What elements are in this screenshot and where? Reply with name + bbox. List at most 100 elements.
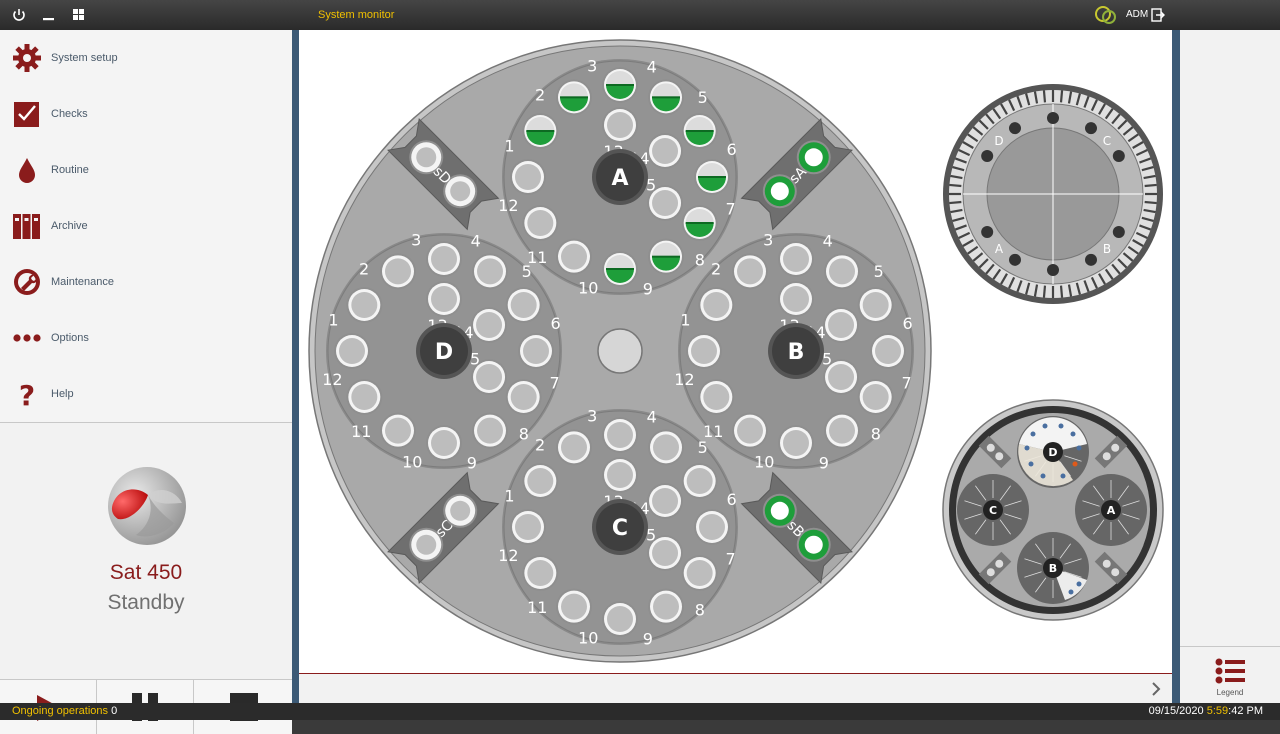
sidebar-item-system-setup[interactable]: System setup <box>0 30 292 87</box>
tube-empty[interactable] <box>778 281 814 317</box>
tube-empty[interactable] <box>824 253 860 290</box>
tube-filled[interactable] <box>602 251 638 287</box>
mini-dot <box>1068 589 1074 595</box>
position-label: 7 <box>725 550 735 569</box>
position-label: 7 <box>901 374 911 393</box>
tube-empty[interactable] <box>681 555 718 591</box>
ring-bolt <box>981 226 994 238</box>
tube-filled[interactable] <box>681 205 718 241</box>
sidebar-item-label: Routine <box>51 164 89 176</box>
date-text: 09/15/2020 <box>1148 705 1207 717</box>
tube-empty[interactable] <box>778 241 814 277</box>
tube-hole <box>385 258 411 285</box>
tube-empty[interactable] <box>518 333 554 369</box>
ring-bolt <box>981 150 994 162</box>
tube-empty[interactable] <box>472 412 508 449</box>
tube-empty[interactable] <box>602 417 638 453</box>
tube-empty[interactable] <box>870 333 906 369</box>
tube-empty[interactable] <box>556 588 592 625</box>
tube-filled[interactable] <box>556 79 592 116</box>
tube-empty[interactable] <box>857 287 894 323</box>
tube-hole <box>652 488 679 514</box>
position-label: 5 <box>522 262 532 281</box>
tube-empty[interactable] <box>778 425 814 461</box>
sidebar-item-checks[interactable]: Checks <box>0 86 292 143</box>
tube-empty[interactable] <box>380 412 416 449</box>
tube-empty[interactable] <box>648 429 684 466</box>
tube-filled[interactable] <box>694 159 730 195</box>
windows-icon[interactable] <box>70 6 88 24</box>
tube-filled[interactable] <box>648 79 684 116</box>
tube-hole <box>431 430 457 456</box>
tube-empty[interactable] <box>472 253 508 290</box>
tube-empty[interactable] <box>602 601 638 637</box>
sidebar-item-maintenance[interactable]: Maintenance <box>0 254 292 311</box>
mini-rack-c[interactable]: C <box>957 474 1029 546</box>
bottom-scroll-bar[interactable] <box>299 673 1172 704</box>
legend-button[interactable]: Legend <box>1180 646 1280 704</box>
carousel-center-hub <box>597 328 643 374</box>
tube-empty[interactable] <box>510 159 546 195</box>
tube-empty[interactable] <box>522 205 559 241</box>
mini-rack-d[interactable]: D <box>1017 416 1089 488</box>
sidebar-item-routine[interactable]: Routine <box>0 142 292 199</box>
tube-filled[interactable] <box>522 113 559 149</box>
tube-hole <box>431 246 457 272</box>
ring-bolt <box>1085 253 1097 266</box>
chevron-right-icon[interactable] <box>1147 680 1165 698</box>
position-label: 12 <box>498 546 518 565</box>
tube-hole <box>653 593 679 620</box>
tube-empty[interactable] <box>824 412 860 449</box>
dots-icon <box>13 334 41 342</box>
tube-empty[interactable] <box>426 281 462 317</box>
tube-empty[interactable] <box>505 287 542 323</box>
sidebar-item-archive[interactable]: Archive <box>0 198 292 255</box>
tube-filled[interactable] <box>602 67 638 103</box>
minimize-icon[interactable] <box>40 6 58 24</box>
tube-empty[interactable] <box>698 287 735 323</box>
tube-empty[interactable] <box>647 483 684 519</box>
tube-empty[interactable] <box>505 379 542 415</box>
tube-empty[interactable] <box>510 509 546 545</box>
tube-empty[interactable] <box>346 287 383 323</box>
tube-empty[interactable] <box>334 333 370 369</box>
tube-empty[interactable] <box>823 307 860 343</box>
mini-rack-label: B <box>1049 562 1057 575</box>
logout-icon[interactable] <box>1151 8 1165 22</box>
tube-empty[interactable] <box>522 463 559 499</box>
tube-hole <box>783 246 809 272</box>
tube-empty[interactable] <box>681 463 718 499</box>
tube-empty[interactable] <box>602 457 638 493</box>
sidebar-item-options[interactable]: Options <box>0 310 292 367</box>
tube-filled[interactable] <box>681 113 718 149</box>
tube-empty[interactable] <box>647 133 684 169</box>
position-label: 8 <box>871 425 881 444</box>
connection-status-icon[interactable] <box>1094 4 1118 26</box>
ongoing-operations[interactable]: Ongoing operations 0 <box>12 705 117 717</box>
tube-empty[interactable] <box>732 253 768 290</box>
tube-empty[interactable] <box>380 253 416 290</box>
tube-hole <box>829 417 855 444</box>
tube-hole <box>653 434 679 461</box>
tube-hole <box>686 468 713 494</box>
tube-empty[interactable] <box>346 379 383 415</box>
tube-empty[interactable] <box>522 555 559 591</box>
tube-hole <box>783 286 809 312</box>
tube-empty[interactable] <box>857 379 894 415</box>
tube-empty[interactable] <box>426 241 462 277</box>
tube-filled[interactable] <box>648 238 684 275</box>
mini-rack-a[interactable]: A <box>1075 474 1147 546</box>
tube-empty[interactable] <box>698 379 735 415</box>
mini-rack-b[interactable]: B <box>1017 532 1089 604</box>
tube-empty[interactable] <box>648 588 684 625</box>
tube-empty[interactable] <box>602 107 638 143</box>
tube-empty[interactable] <box>556 429 592 466</box>
tube-empty[interactable] <box>732 412 768 449</box>
tube-empty[interactable] <box>556 238 592 275</box>
tube-empty[interactable] <box>694 509 730 545</box>
tube-empty[interactable] <box>686 333 722 369</box>
sidebar-item-help[interactable]: ? Help <box>0 366 292 423</box>
power-icon[interactable] <box>10 6 28 24</box>
tube-empty[interactable] <box>471 307 508 343</box>
tube-empty[interactable] <box>426 425 462 461</box>
